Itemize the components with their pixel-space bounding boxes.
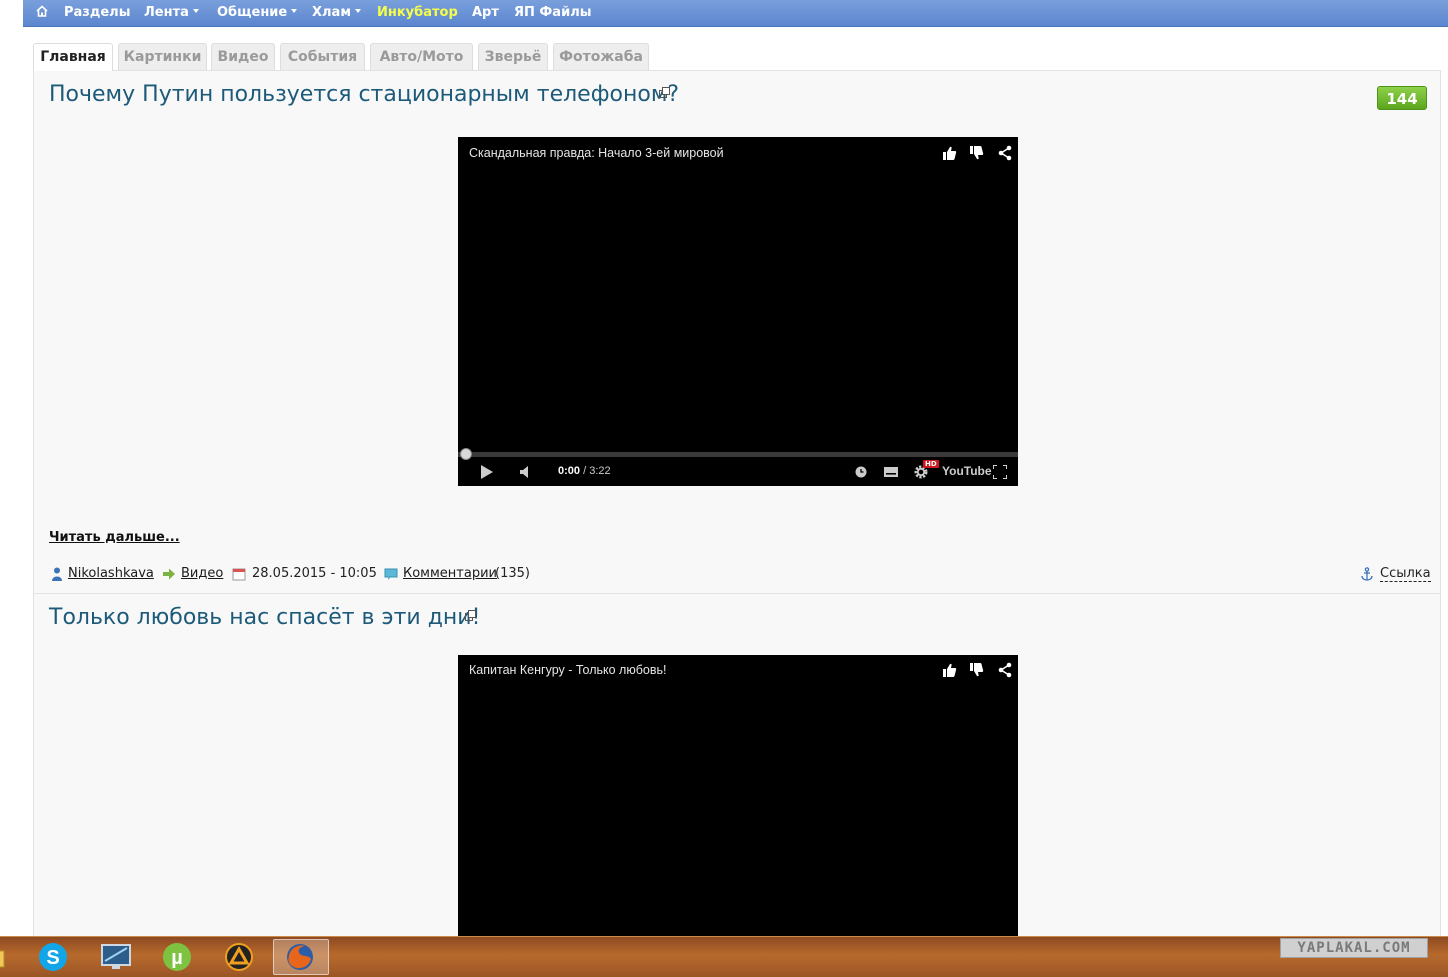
nav-item-label: Общение <box>217 5 288 20</box>
video-title[interactable]: Скандальная правда: Начало 3-ей мировой <box>469 146 724 160</box>
user-icon <box>52 567 62 581</box>
utorrent-icon: µ <box>163 943 191 971</box>
tab-video[interactable]: Видео <box>211 43 275 70</box>
nav-item-junk[interactable]: Хлам <box>312 5 361 20</box>
taskbar-app-utorrent[interactable]: µ <box>150 939 206 975</box>
folder-icon <box>0 950 5 968</box>
video-player[interactable]: Капитан Кенгуру - Только любовь! <box>458 655 1018 936</box>
anchor-icon <box>1361 567 1373 581</box>
svg-text:µ: µ <box>171 947 183 969</box>
author-link[interactable]: Nikolashkava <box>68 566 154 581</box>
tab-auto-moto[interactable]: Авто/Мото <box>370 43 473 70</box>
youtube-logo[interactable]: YouTube <box>942 464 992 478</box>
post-divider <box>34 593 1440 594</box>
fullscreen-icon[interactable] <box>993 465 1007 479</box>
taskbar-app-aimp[interactable] <box>212 939 268 975</box>
video-player[interactable]: Скандальная правда: Начало 3-ей мировой … <box>458 137 1018 486</box>
video-current-time: 0:00 <box>558 465 581 477</box>
tab-pictures[interactable]: Картинки <box>118 43 207 70</box>
chevron-down-icon <box>354 9 361 13</box>
nav-item-art[interactable]: Арт <box>472 5 499 20</box>
nav-item-label: Арт <box>472 5 499 20</box>
taskbar-app-firefox[interactable] <box>273 939 329 975</box>
tab-main[interactable]: Главная <box>33 43 113 71</box>
permalink-link[interactable]: Ссылка <box>1380 566 1431 582</box>
svg-text:S: S <box>46 947 59 969</box>
comments-link[interactable]: Комментарии <box>403 566 497 581</box>
firefox-icon <box>287 944 313 970</box>
calendar-icon <box>232 568 246 581</box>
thumbs-up-icon[interactable] <box>941 145 957 161</box>
post-title[interactable]: Только любовь нас спасёт в эти дни! <box>49 605 480 630</box>
video-title[interactable]: Капитан Кенгуру - Только любовь! <box>469 663 666 677</box>
tab-label: Видео <box>217 49 269 65</box>
tab-label: Картинки <box>123 49 202 65</box>
arrow-right-icon <box>163 568 175 580</box>
post-title[interactable]: Почему Путин пользуется стационарным тел… <box>49 82 679 107</box>
video-total-time: / 3:22 <box>583 465 611 477</box>
taskbar-app-skype[interactable]: S <box>26 939 82 975</box>
rating-badge: 144 <box>1377 86 1427 110</box>
nav-item-label: Инкубатор <box>377 5 458 20</box>
tab-photoshop[interactable]: Фотожаба <box>553 43 649 70</box>
thumbs-down-icon[interactable] <box>968 662 984 678</box>
watch-later-icon[interactable] <box>855 466 867 478</box>
video-progress-bar[interactable] <box>458 452 1018 457</box>
share-icon[interactable] <box>997 145 1013 161</box>
comments-icon <box>384 568 398 580</box>
tab-label: Авто/Мото <box>379 49 464 65</box>
external-link-icon[interactable] <box>465 610 476 621</box>
nav-item-label: Лента <box>144 5 189 20</box>
nav-item-files[interactable]: ЯП Файлы <box>514 5 591 20</box>
nav-item-label: Разделы <box>64 5 131 20</box>
share-icon[interactable] <box>997 662 1013 678</box>
site-watermark: YAPLAKAL.COM <box>1280 938 1428 958</box>
top-navigation-bar: Разделы Лента Общение Хлам Инкубатор Арт… <box>23 0 1448 27</box>
subtitles-icon[interactable] <box>884 467 898 477</box>
youtube-logo-text: YouTube <box>942 464 992 478</box>
tab-label: Главная <box>40 49 106 65</box>
taskbar-app-display[interactable] <box>88 939 144 975</box>
comments-count: (135) <box>495 566 530 581</box>
nav-item-communication[interactable]: Общение <box>217 5 298 20</box>
nav-item-label: ЯП Файлы <box>514 5 592 20</box>
nav-item-incubator[interactable]: Инкубатор <box>377 5 458 20</box>
nav-item-label: Хлам <box>312 5 351 20</box>
section-link[interactable]: Видео <box>181 566 223 581</box>
skype-icon: S <box>39 943 67 971</box>
tab-label: Зверьё <box>484 49 542 65</box>
thumbs-up-icon[interactable] <box>941 662 957 678</box>
video-scrubber-handle[interactable] <box>460 448 472 460</box>
video-time-display: 0:00 / 3:22 <box>558 465 611 477</box>
hd-badge: HD <box>923 460 939 468</box>
home-icon[interactable] <box>35 4 49 18</box>
aimp-icon <box>225 943 253 971</box>
tab-animals[interactable]: Зверьё <box>478 43 548 70</box>
read-more-link[interactable]: Читать дальше... <box>49 530 180 545</box>
os-taskbar: S µ YAPLAKAL.COM <box>0 936 1448 977</box>
nav-item-feed[interactable]: Лента <box>144 5 199 20</box>
taskbar-app-explorer[interactable] <box>0 939 10 975</box>
tab-label: Фотожаба <box>559 49 643 65</box>
chevron-down-icon <box>192 9 199 13</box>
monitor-icon <box>101 944 131 969</box>
play-icon[interactable] <box>480 465 494 479</box>
external-link-icon[interactable] <box>659 87 670 98</box>
tab-label: События <box>287 49 358 65</box>
post-date: 28.05.2015 - 10:05 <box>252 566 377 581</box>
volume-icon[interactable] <box>520 466 532 478</box>
nav-item-sections[interactable]: Разделы <box>64 5 130 20</box>
thumbs-down-icon[interactable] <box>968 145 984 161</box>
chevron-down-icon <box>291 9 298 13</box>
tab-events[interactable]: События <box>280 43 365 70</box>
